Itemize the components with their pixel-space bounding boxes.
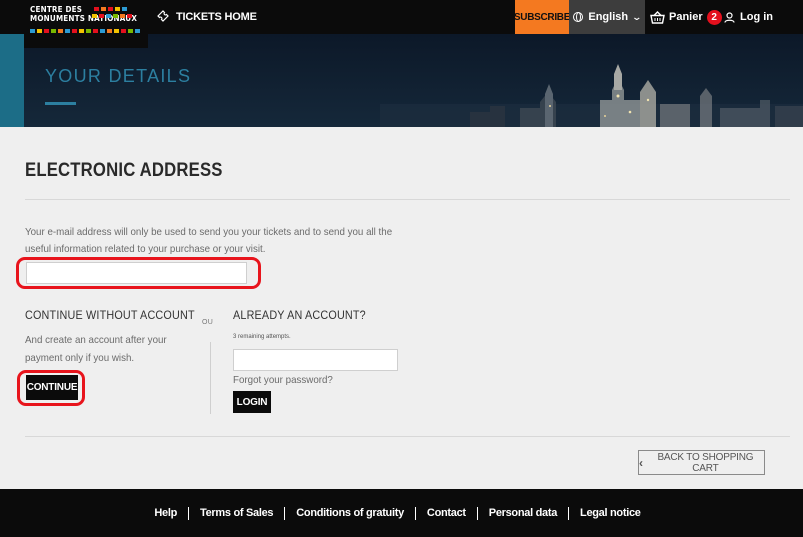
already-account-title: ALREADY AN ACCOUNT?: [233, 308, 366, 322]
user-icon: [724, 11, 735, 23]
back-to-cart-label: BACK TO SHOPPING CART: [657, 451, 754, 474]
chevron-left-icon: ‹: [639, 455, 643, 470]
login-label: Log in: [740, 11, 773, 23]
hero-accent-bar: [0, 34, 24, 127]
footer: Help Terms of Sales Conditions of gratui…: [0, 489, 803, 537]
continue-without-account-text: And create an account after your payment…: [25, 334, 167, 364]
continue-without-account-title: CONTINUE WITHOUT ACCOUNT: [25, 308, 195, 322]
logo-pictograms-icon: [92, 14, 132, 18]
footer-link-conditions-of-gratuity[interactable]: Conditions of gratuity: [285, 507, 415, 519]
ticket-icon: [157, 10, 169, 22]
language-label: English: [588, 11, 629, 23]
tickets-home-link[interactable]: TICKETS HOME: [157, 0, 257, 34]
language-selector[interactable]: English ⌄: [569, 0, 645, 34]
column-divider: [210, 342, 211, 414]
title-underline: [45, 102, 76, 105]
tickets-home-label: TICKETS HOME: [176, 11, 257, 23]
bottom-divider: [25, 436, 790, 437]
section-divider: [25, 199, 790, 200]
email-input[interactable]: [26, 262, 247, 284]
password-input[interactable]: [233, 349, 398, 371]
continue-button[interactable]: CONTINUE: [26, 375, 78, 400]
subscribe-button[interactable]: SUBSCRIBE: [514, 0, 570, 34]
or-separator: OU: [202, 319, 214, 326]
section-title: ELECTRONIC ADDRESS: [25, 160, 223, 181]
logo-pictograms-icon: [94, 7, 127, 11]
logo-line-1: CENTRE DES: [30, 5, 83, 14]
email-info-text: Your e-mail address will only be used to…: [25, 226, 393, 255]
cart-count-badge: 2: [706, 9, 722, 25]
footer-link-help[interactable]: Help: [143, 507, 188, 519]
forgot-password-link[interactable]: Forgot your password?: [233, 374, 333, 386]
footer-links: Help Terms of Sales Conditions of gratui…: [143, 506, 652, 520]
back-to-cart-button[interactable]: ‹ BACK TO SHOPPING CART: [638, 450, 765, 475]
chevron-down-icon: ⌄: [631, 11, 643, 22]
cmn-logo[interactable]: CENTRE DES MONUMENTS NATIONAUX: [24, 0, 148, 48]
cart-label: Panier: [669, 11, 703, 23]
basket-icon: [650, 10, 665, 24]
footer-link-legal-notice[interactable]: Legal notice: [569, 507, 652, 519]
footer-link-personal-data[interactable]: Personal data: [478, 507, 568, 519]
globe-icon: [573, 12, 584, 22]
page-title: YOUR DETAILS: [45, 66, 192, 86]
logo-pictograms-icon: [30, 29, 140, 33]
footer-link-terms-of-sales[interactable]: Terms of Sales: [189, 507, 284, 519]
remaining-attempts-text: 3 remaining attempts.: [233, 334, 291, 340]
cart-link[interactable]: Panier 2: [650, 0, 722, 34]
top-bar: CENTRE DES MONUMENTS NATIONAUX TICKETS H…: [0, 0, 803, 48]
footer-link-contact[interactable]: Contact: [416, 507, 477, 519]
login-link[interactable]: Log in: [724, 0, 773, 34]
login-button[interactable]: LOGIN: [233, 391, 271, 413]
